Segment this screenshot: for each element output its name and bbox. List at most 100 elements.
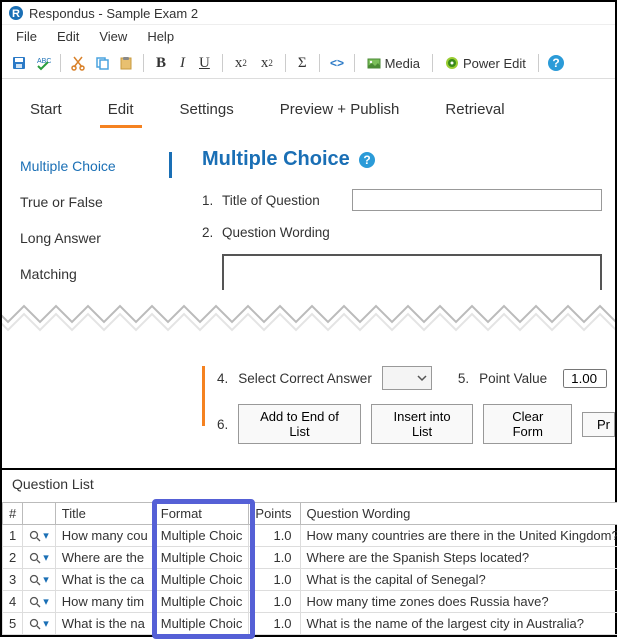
svg-text:<>: <> [330, 56, 344, 70]
sidebar-item-true-false[interactable]: True or False [20, 184, 172, 220]
editor-help-icon[interactable]: ? [358, 151, 376, 169]
tab-retrieval[interactable]: Retrieval [437, 97, 512, 128]
magnifier-icon[interactable] [29, 530, 41, 542]
paste-icon[interactable] [115, 52, 137, 74]
table-row[interactable]: 4 ▾ How many timMultiple Choic1.0How many … [3, 591, 617, 613]
sigma-button[interactable]: Σ [292, 52, 313, 74]
col-header-points[interactable]: Points [249, 503, 300, 525]
col-header-actions[interactable] [23, 503, 56, 525]
chevron-down-icon[interactable]: ▾ [43, 573, 49, 586]
add-to-end-button[interactable]: Add to End of List [238, 404, 360, 444]
field4-label: Select Correct Answer [238, 371, 372, 386]
row-wording: What is the capital of Senegal? [300, 569, 617, 591]
field5-label: Point Value [479, 371, 547, 386]
sidebar-item-long-answer[interactable]: Long Answer [20, 220, 172, 256]
chevron-down-icon[interactable]: ▾ [43, 551, 49, 564]
row-title: How many cou [55, 525, 154, 547]
svg-text:?: ? [363, 153, 370, 167]
field1-num: 1. [202, 193, 222, 208]
preview-button[interactable]: Pr [582, 412, 615, 437]
subscript-button[interactable]: x2 [229, 52, 253, 74]
clear-form-button[interactable]: Clear Form [483, 404, 572, 444]
table-row[interactable]: 1▾How many couMultiple Choic1.0How many … [3, 525, 617, 547]
underline-button[interactable]: U [193, 52, 216, 74]
row-title: Where are the [55, 547, 154, 569]
field1-label: Title of Question [222, 193, 352, 208]
menu-file[interactable]: File [6, 27, 47, 46]
accent-bar [202, 366, 205, 426]
row-num: 2 [3, 547, 23, 569]
row-format: Multiple Choic [154, 569, 249, 591]
sidebar-item-matching[interactable]: Matching [20, 256, 172, 292]
table-row[interactable]: 2▾Where are theMultiple Choic1.0Where ar… [3, 547, 617, 569]
menu-bar: File Edit View Help [2, 25, 615, 48]
chevron-down-icon[interactable]: ▾ [43, 595, 49, 608]
col-header-wording[interactable]: Question Wording [300, 503, 617, 525]
cut-icon[interactable] [67, 52, 89, 74]
tab-settings[interactable]: Settings [172, 97, 242, 128]
app-icon: R [8, 5, 24, 21]
save-icon[interactable] [8, 52, 30, 74]
power-edit-button[interactable]: Power Edit [439, 52, 532, 74]
correct-answer-select[interactable] [382, 366, 432, 390]
sidebar-active-indicator [169, 152, 172, 178]
row-title: What is the ca [55, 569, 154, 591]
chevron-down-icon [417, 373, 427, 383]
row-wording: How many time zones does Russia have? [300, 591, 617, 613]
row-format: Multiple Choic [154, 525, 249, 547]
menu-view[interactable]: View [89, 27, 137, 46]
row-title: How many tim [55, 591, 154, 613]
magnifier-icon[interactable] [29, 574, 41, 586]
menu-edit[interactable]: Edit [47, 27, 89, 46]
table-row[interactable]: 5▾What is the naMultiple Choic1.0What is… [3, 613, 617, 635]
help-icon[interactable]: ? [545, 52, 567, 74]
magnifier-icon[interactable] [29, 618, 41, 630]
code-icon[interactable]: <> [326, 52, 348, 74]
row-wording: Where are the Spanish Steps located? [300, 547, 617, 569]
row-num: 1 [3, 525, 23, 547]
editor-heading: Multiple Choice [202, 148, 350, 171]
spellcheck-icon[interactable]: ABC [32, 52, 54, 74]
row-wording: How many countries are there in the Unit… [300, 525, 617, 547]
row-wording: What is the name of the largest city in … [300, 613, 617, 635]
italic-button[interactable]: I [174, 52, 191, 74]
sidebar-item-multiple-choice[interactable]: Multiple Choice [20, 148, 172, 184]
tab-start[interactable]: Start [22, 97, 70, 128]
col-header-title[interactable]: Title [55, 503, 154, 525]
media-icon [367, 56, 381, 70]
title-input[interactable] [352, 189, 602, 211]
tab-preview-publish[interactable]: Preview + Publish [272, 97, 408, 128]
media-button[interactable]: Media [361, 52, 426, 74]
insert-into-list-button[interactable]: Insert into List [371, 404, 474, 444]
field4-num: 4. [217, 371, 228, 386]
point-value-input[interactable] [563, 369, 607, 388]
row-num: 4 [3, 591, 23, 613]
row-points: 1.0 [249, 547, 300, 569]
col-header-num[interactable]: # [3, 503, 23, 525]
bold-button[interactable]: B [150, 52, 172, 74]
menu-help[interactable]: Help [137, 27, 184, 46]
copy-icon[interactable] [91, 52, 113, 74]
tab-edit[interactable]: Edit [100, 97, 142, 128]
toolbar: ABC B I U x2 x2 Σ <> Media Power Edit ? [2, 48, 615, 79]
chevron-down-icon[interactable]: ▾ [43, 529, 49, 542]
row-format: Multiple Choic [154, 591, 249, 613]
row-title: What is the na [55, 613, 154, 635]
field5-num: 5. [458, 371, 469, 386]
magnifier-icon[interactable] [29, 596, 41, 608]
field2-label: Question Wording [222, 225, 352, 240]
question-wording-input[interactable] [222, 254, 602, 290]
row-points: 1.0 [249, 569, 300, 591]
sidebar: Multiple Choice True or False Long Answe… [2, 148, 172, 292]
svg-text:R: R [12, 8, 20, 20]
magnifier-icon[interactable] [29, 552, 41, 564]
question-list-title: Question List [2, 470, 615, 502]
superscript-button[interactable]: x2 [255, 52, 279, 74]
main-tabs: Start Edit Settings Preview + Publish Re… [2, 79, 615, 128]
table-row[interactable]: 3▾What is the caMultiple Choic1.0What is… [3, 569, 617, 591]
titlebar: R Respondus - Sample Exam 2 [2, 2, 615, 25]
chevron-down-icon[interactable]: ▾ [43, 617, 49, 630]
editor-panel: Multiple Choice ? 1. Title of Question 2… [172, 148, 615, 292]
row-points: 1.0 [249, 591, 300, 613]
col-header-format[interactable]: Format [154, 503, 249, 525]
